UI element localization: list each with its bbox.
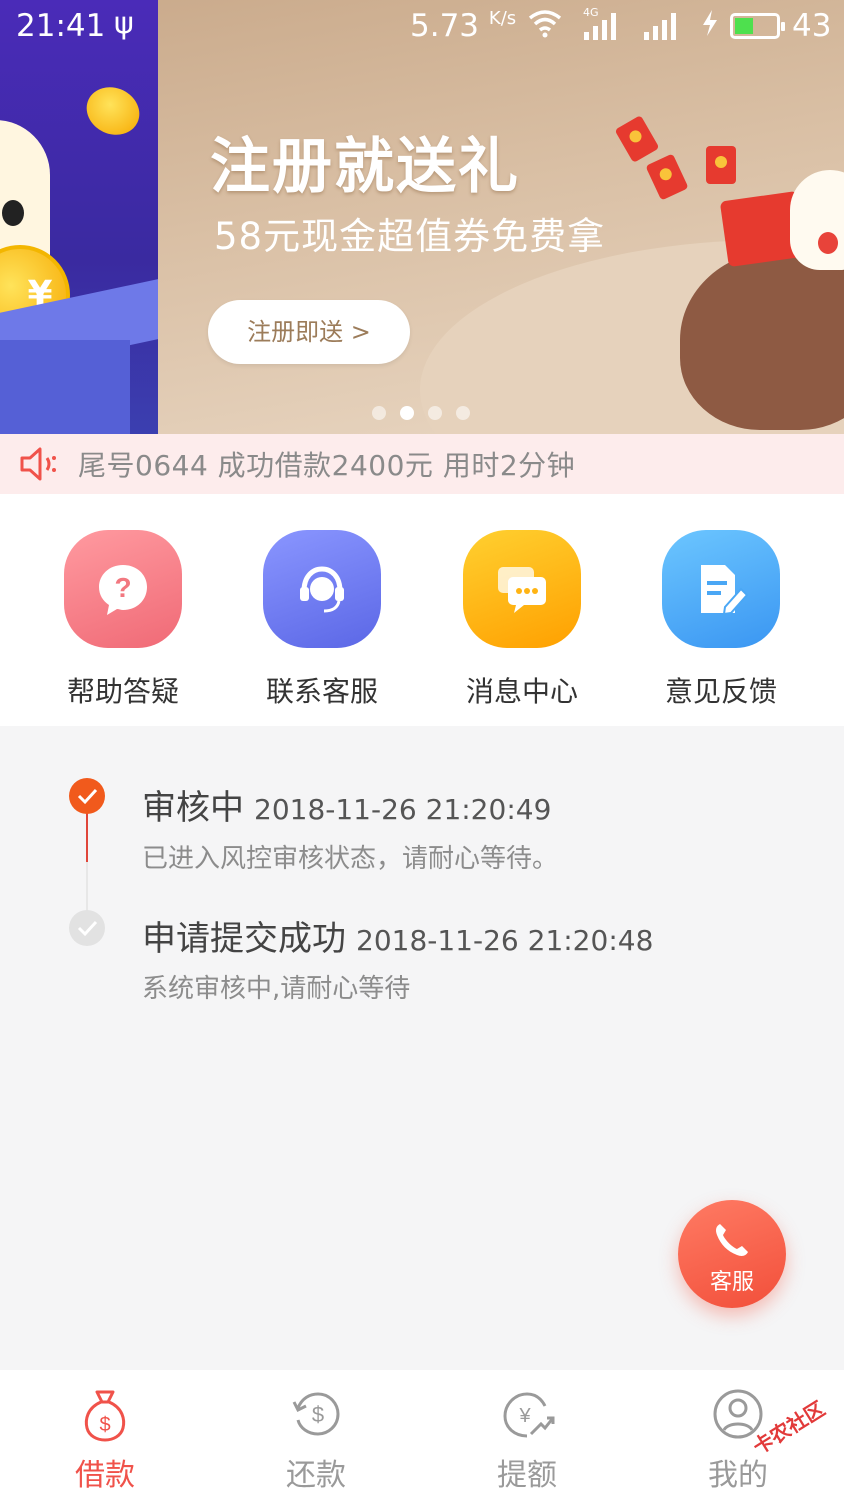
mascot-illustration-right xyxy=(790,170,844,270)
tab-repay-label: 还款 xyxy=(286,1458,346,1493)
wifi-icon xyxy=(528,8,562,45)
tab-mine-label: 我的 xyxy=(708,1458,768,1493)
coin-illustration xyxy=(78,78,148,144)
battery-level: 43 xyxy=(792,8,832,44)
svg-text:$: $ xyxy=(99,1414,110,1436)
signal-icon xyxy=(584,12,616,40)
tab-loan[interactable]: $ 借款 xyxy=(45,1384,165,1494)
tab-loan-label: 借款 xyxy=(75,1458,135,1493)
red-envelope-icon xyxy=(645,153,689,201)
banner-pagination xyxy=(372,406,470,420)
timeline-step-title: 申请提交成功 xyxy=(142,919,346,959)
menu-feedback[interactable]: 意见反馈 xyxy=(661,530,781,710)
notice-text: 尾号0644 成功借款2400元 用时2分钟 xyxy=(78,449,576,482)
menu-messages-label: 消息中心 xyxy=(465,675,578,708)
quick-menu: ? 帮助答疑 联系客服 消息中心 意见反馈 xyxy=(0,494,844,726)
menu-help-label: 帮助答疑 xyxy=(66,675,179,708)
timeline-active-check-icon xyxy=(69,778,105,814)
floating-service-label: 客服 xyxy=(709,1270,754,1295)
banner-dot-active[interactable] xyxy=(400,406,414,420)
network-speed-unit: K/s xyxy=(488,8,517,29)
phone-icon xyxy=(716,1224,748,1256)
mascot-eye xyxy=(2,200,24,226)
charging-icon xyxy=(700,8,720,45)
timeline-step-time: 2018-11-26 21:20:49 xyxy=(254,793,552,826)
status-time: 21:41 xyxy=(16,8,106,44)
svg-text:$: $ xyxy=(312,1402,324,1427)
banner-dot[interactable] xyxy=(456,406,470,420)
feedback-edit-icon xyxy=(662,530,780,648)
status-bar: 21:41 ψ 5.73 K/s 4G 43 xyxy=(0,0,844,54)
help-question-icon: ? xyxy=(64,530,182,648)
customer-service-headset-icon xyxy=(263,530,381,648)
banner-title: 注册就送礼 xyxy=(210,132,520,202)
register-gift-button[interactable]: 注册即送 > xyxy=(208,300,410,364)
tab-repay[interactable]: $ 还款 xyxy=(256,1384,376,1494)
menu-help[interactable]: ? 帮助答疑 xyxy=(63,530,183,710)
red-envelope-icon xyxy=(706,146,736,184)
repay-cycle-icon: $ xyxy=(286,1384,346,1444)
timeline-step-submitted: 申请提交成功 2018-11-26 21:20:48 xyxy=(142,911,653,960)
timeline-step-reviewing: 审核中 2018-11-26 21:20:49 xyxy=(142,780,551,829)
menu-feedback-label: 意见反馈 xyxy=(664,675,777,708)
banner-dot[interactable] xyxy=(428,406,442,420)
menu-messages[interactable]: 消息中心 xyxy=(462,530,582,710)
timeline-step-time: 2018-11-26 21:20:48 xyxy=(356,924,654,957)
promo-banner[interactable]: ¥ 注册就送礼 58元现金超值券免费拿 注册即送 > xyxy=(0,0,844,434)
raise-limit-icon: ¥ xyxy=(497,1384,557,1444)
timeline-connector xyxy=(86,812,88,862)
mascot-mouth xyxy=(818,232,838,254)
tab-raise-limit[interactable]: ¥ 提额 xyxy=(467,1384,587,1494)
cube-illustration-side xyxy=(0,340,130,434)
menu-customer-service[interactable]: 联系客服 xyxy=(262,530,382,710)
banner-dot[interactable] xyxy=(372,406,386,420)
timeline-step-desc: 已进入风控审核状态，请耐心等待。 xyxy=(142,844,559,874)
bottom-tab-bar: $ 借款 $ 还款 ¥ 提额 我的 xyxy=(0,1370,844,1500)
red-envelope-icon xyxy=(614,115,660,163)
menu-customer-service-label: 联系客服 xyxy=(265,675,378,708)
svg-text:?: ? xyxy=(114,572,131,603)
svg-text:¥: ¥ xyxy=(518,1405,531,1427)
loan-notice-bar: 尾号0644 成功借款2400元 用时2分钟 xyxy=(0,434,844,494)
usb-icon: ψ xyxy=(114,6,134,41)
message-bubble-icon xyxy=(463,530,581,648)
speaker-icon xyxy=(18,444,62,484)
timeline-step-desc: 系统审核中,请耐心等待 xyxy=(142,974,411,1004)
timeline-connector-pending xyxy=(86,862,88,912)
timeline-done-check-icon xyxy=(69,910,105,946)
tab-raise-limit-label: 提额 xyxy=(497,1458,557,1493)
banner-previous-slide-peek: ¥ xyxy=(0,0,158,434)
banner-subtitle: 58元现金超值券免费拿 xyxy=(214,215,606,258)
money-bag-icon: $ xyxy=(75,1384,135,1444)
network-speed: 5.73 K/s xyxy=(410,8,517,44)
battery-icon xyxy=(730,13,785,39)
timeline-step-title: 审核中 xyxy=(142,788,244,828)
signal-icon-sim2 xyxy=(644,12,676,40)
floating-customer-service-button[interactable]: 客服 xyxy=(678,1200,786,1308)
